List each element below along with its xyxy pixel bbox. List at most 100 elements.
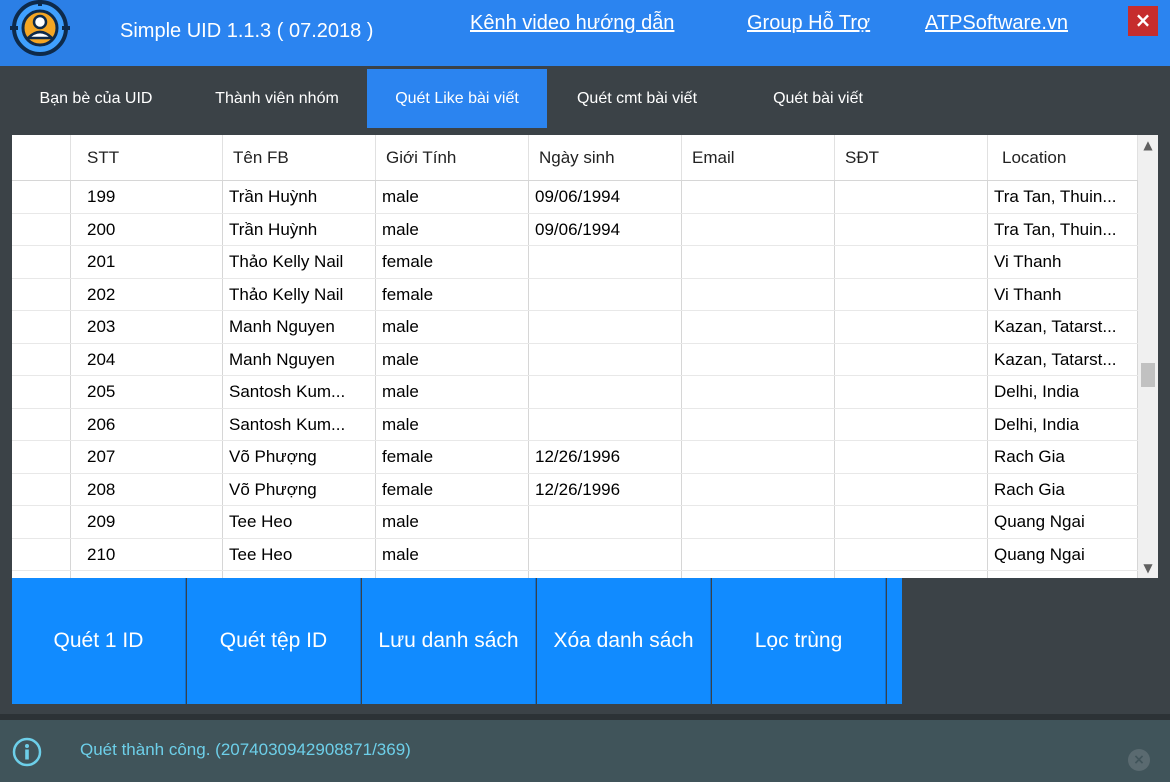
col-header-stt[interactable]: STT	[71, 135, 223, 180]
cell-phone[interactable]	[835, 213, 988, 245]
dismiss-status-icon[interactable]: ×	[1128, 749, 1150, 771]
table-row[interactable]: 208 Võ Phượng female 12/26/1996 Rach Gia	[12, 473, 1138, 506]
cell-birthday[interactable]	[529, 506, 682, 538]
cell-selector[interactable]	[12, 181, 71, 213]
cell-location[interactable]: Quang Ngai	[988, 506, 1138, 538]
cell-email[interactable]	[682, 506, 835, 538]
cell-birthday[interactable]: 09/06/1994	[529, 213, 682, 245]
close-button[interactable]: ×	[1128, 6, 1158, 36]
table-row[interactable]: 210 Tee Heo male Quang Ngai	[12, 538, 1138, 571]
support-group-link[interactable]: Group Hỗ Trợ	[747, 12, 870, 35]
website-link[interactable]: ATPSoftware.vn	[925, 12, 1068, 35]
cell-name[interactable]: Manh Nguyen	[223, 311, 376, 343]
table-row[interactable]: 206 Santosh Kum... male Delhi, India	[12, 408, 1138, 441]
cell-location[interactable]: Delhi, India	[988, 376, 1138, 408]
cell-phone[interactable]	[835, 343, 988, 375]
cell-stt[interactable]: 208	[71, 473, 223, 505]
col-header-location[interactable]: Location	[988, 135, 1138, 180]
cell-location[interactable]: Kazan, Tatarst...	[988, 311, 1138, 343]
cell-stt[interactable]: 199	[71, 181, 223, 213]
cell-birthday[interactable]: 12/26/1996	[529, 473, 682, 505]
cell-phone[interactable]	[835, 571, 988, 578]
cell-selector[interactable]	[12, 376, 71, 408]
chevron-up-icon[interactable]: ▲	[1138, 135, 1158, 155]
cell-gender[interactable]: female	[376, 441, 529, 473]
cell-gender[interactable]: male	[376, 213, 529, 245]
cell-gender[interactable]: female	[376, 473, 529, 505]
cell-location[interactable]: Tra Tan, Thuin...	[988, 181, 1138, 213]
cell-phone[interactable]	[835, 408, 988, 440]
cell-selector[interactable]	[12, 441, 71, 473]
cell-email[interactable]	[682, 473, 835, 505]
cell-name[interactable]	[223, 571, 376, 578]
cell-selector[interactable]	[12, 343, 71, 375]
cell-phone[interactable]	[835, 181, 988, 213]
col-header-phone[interactable]: SĐT	[835, 135, 988, 180]
tab-scan-post-comments[interactable]: Quét cmt bài viết	[556, 69, 718, 128]
col-header-email[interactable]: Email	[682, 135, 835, 180]
cell-location[interactable]: Rach Gia	[988, 473, 1138, 505]
cell-email[interactable]	[682, 571, 835, 578]
tab-scan-post-likes[interactable]: Quét Like bài viết	[367, 69, 547, 128]
cell-birthday[interactable]	[529, 343, 682, 375]
cell-location[interactable]: Vi Thanh	[988, 246, 1138, 278]
cell-name[interactable]: Trần Huỳnh	[223, 213, 376, 245]
cell-email[interactable]	[682, 311, 835, 343]
cell-birthday[interactable]	[529, 571, 682, 578]
table-row[interactable]: 207 Võ Phượng female 12/26/1996 Rach Gia	[12, 441, 1138, 474]
cell-gender[interactable]: male	[376, 506, 529, 538]
cell-phone[interactable]	[835, 506, 988, 538]
cell-birthday[interactable]	[529, 246, 682, 278]
cell-gender[interactable]: male	[376, 538, 529, 570]
cell-selector[interactable]	[12, 311, 71, 343]
cell-name[interactable]: Manh Nguyen	[223, 343, 376, 375]
cell-stt[interactable]: 206	[71, 408, 223, 440]
cell-birthday[interactable]	[529, 311, 682, 343]
cell-name[interactable]: Tee Heo	[223, 538, 376, 570]
cell-gender[interactable]: male	[376, 311, 529, 343]
cell-stt[interactable]: 204	[71, 343, 223, 375]
cell-name[interactable]: Santosh Kum...	[223, 408, 376, 440]
save-list-button[interactable]: Lưu danh sách	[362, 578, 536, 704]
cell-birthday[interactable]: 12/26/1996	[529, 441, 682, 473]
cell-stt[interactable]: 202	[71, 278, 223, 310]
cell-name[interactable]: Tee Heo	[223, 506, 376, 538]
cell-email[interactable]	[682, 538, 835, 570]
col-header-name[interactable]: Tên FB	[223, 135, 376, 180]
cell-location[interactable]: Delhi, India	[988, 408, 1138, 440]
tab-friends-of-uid[interactable]: Bạn bè của UID	[16, 69, 176, 128]
cell-stt[interactable]: 205	[71, 376, 223, 408]
cell-phone[interactable]	[835, 538, 988, 570]
cell-email[interactable]	[682, 278, 835, 310]
cell-name[interactable]: Trần Huỳnh	[223, 181, 376, 213]
cell-stt[interactable]	[71, 571, 223, 578]
table-row[interactable]: 204 Manh Nguyen male Kazan, Tatarst...	[12, 343, 1138, 376]
cell-name[interactable]: Santosh Kum...	[223, 376, 376, 408]
cell-phone[interactable]	[835, 278, 988, 310]
cell-phone[interactable]	[835, 376, 988, 408]
video-guide-link[interactable]: Kênh video hướng dẫn	[470, 12, 674, 35]
cell-birthday[interactable]: 09/06/1994	[529, 181, 682, 213]
cell-location[interactable]: Vi Thanh	[988, 278, 1138, 310]
table-row[interactable]: 201 Thảo Kelly Nail female Vi Thanh	[12, 246, 1138, 279]
cell-name[interactable]: Võ Phượng	[223, 441, 376, 473]
cell-stt[interactable]: 200	[71, 213, 223, 245]
cell-selector[interactable]	[12, 506, 71, 538]
cell-selector[interactable]	[12, 408, 71, 440]
scan-id-file-button[interactable]: Quét tệp ID	[187, 578, 361, 704]
cell-selector[interactable]	[12, 538, 71, 570]
table-row[interactable]: 199 Trần Huỳnh male 09/06/1994 Tra Tan, Thui…	[12, 181, 1138, 214]
table-row[interactable]: 203 Manh Nguyen male Kazan, Tatarst...	[12, 311, 1138, 344]
cell-stt[interactable]: 209	[71, 506, 223, 538]
cell-location[interactable]: Quang Ngai	[988, 538, 1138, 570]
tab-scan-posts[interactable]: Quét bài viết	[748, 69, 888, 128]
cell-location[interactable]	[988, 571, 1138, 578]
cell-email[interactable]	[682, 246, 835, 278]
cell-phone[interactable]	[835, 311, 988, 343]
cell-name[interactable]: Thảo Kelly Nail	[223, 246, 376, 278]
cell-gender[interactable]: female	[376, 246, 529, 278]
chevron-down-icon[interactable]: ▼	[1138, 558, 1158, 578]
cell-stt[interactable]: 210	[71, 538, 223, 570]
cell-email[interactable]	[682, 181, 835, 213]
cell-selector[interactable]	[12, 246, 71, 278]
